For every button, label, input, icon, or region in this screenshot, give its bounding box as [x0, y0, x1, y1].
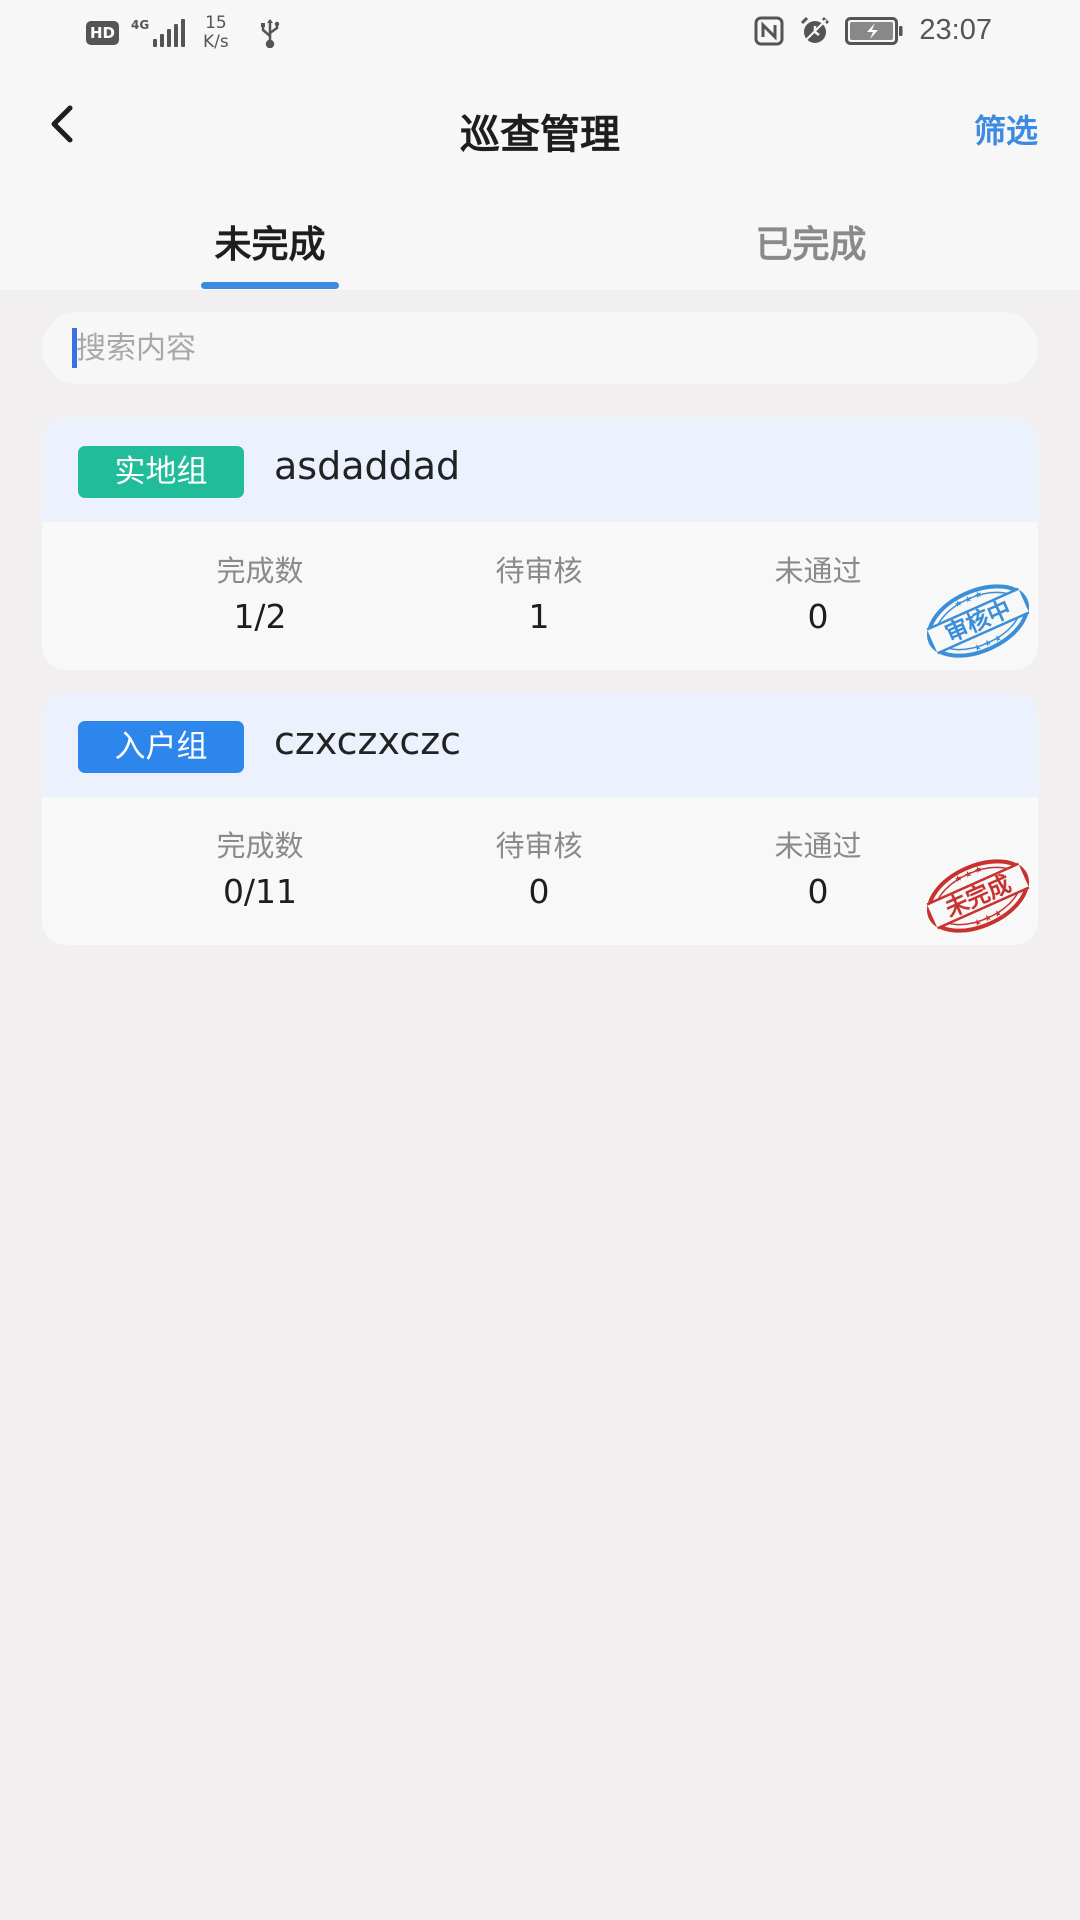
stat-value: 1/2 [233, 597, 287, 636]
hd-badge: HD [86, 21, 120, 45]
page-title: 巡查管理 [460, 112, 620, 158]
status-stamp-icon: 审核中 ★ ★ ★ ★ ★ ★ [926, 584, 1030, 658]
patrol-card[interactable]: 实地组 asdaddad 完成数 1/2 待审核 1 未通过 0 审核中 ★ ★… [42, 418, 1038, 670]
speed-unit: K/s [203, 32, 229, 52]
tab-incomplete[interactable]: 未完成 [170, 214, 370, 268]
stat-value: 0 [528, 872, 550, 911]
card-title: asdaddad [274, 444, 461, 488]
status-bar: HD 4G 15 K/s 23:07 [0, 0, 1080, 66]
stat-value: 0 [807, 872, 829, 911]
nfc-icon [754, 16, 784, 45]
stat-label: 未通过 [774, 829, 862, 863]
network-type: 4G [131, 18, 150, 32]
status-right: 23:07 [753, 14, 992, 47]
usb-icon [260, 19, 279, 48]
network-speed: 15 K/s [203, 14, 229, 52]
stat-rejected: 未通过 0 [718, 827, 918, 917]
card-header: 实地组 asdaddad [42, 418, 1038, 522]
nav-bar: 巡查管理 筛选 [0, 80, 1080, 170]
card-header: 入户组 czxczxczc [42, 693, 1038, 797]
speed-value: 15 [205, 13, 227, 33]
stat-label: 未通过 [774, 554, 862, 588]
stat-value: 0/11 [222, 872, 298, 911]
battery-icon [845, 16, 903, 45]
stat-label: 完成数 [216, 554, 304, 588]
stat-pending-review: 待审核 0 [439, 827, 639, 917]
card-title: czxczxczc [274, 719, 462, 763]
stat-label: 待审核 [495, 554, 583, 588]
group-tag: 实地组 [78, 446, 244, 498]
alarm-icon [801, 16, 830, 44]
status-left: HD 4G 15 K/s [86, 14, 281, 52]
stat-pending-review: 待审核 1 [439, 552, 639, 642]
stat-value: 1 [528, 597, 550, 636]
status-stamp-icon: 未完成 ★ ★ ★ ★ ★ ★ [926, 859, 1030, 933]
stat-label: 完成数 [216, 829, 304, 863]
stat-rejected: 未通过 0 [718, 552, 918, 642]
signal-icon: 4G [131, 18, 186, 47]
clock: 23:07 [919, 14, 992, 46]
filter-button[interactable]: 筛选 [974, 106, 1038, 152]
stat-label: 待审核 [495, 829, 583, 863]
stat-completed: 完成数 1/2 [160, 552, 360, 642]
tab-completed[interactable]: 已完成 [711, 214, 911, 268]
search-box[interactable] [42, 312, 1038, 384]
tab-active-indicator [201, 282, 339, 289]
group-tag: 入户组 [78, 721, 244, 773]
stat-completed: 完成数 0/11 [160, 827, 360, 917]
patrol-card[interactable]: 入户组 czxczxczc 完成数 0/11 待审核 0 未通过 0 未完成 ★… [42, 693, 1038, 945]
tab-bar: 未完成 已完成 [0, 200, 1080, 290]
search-input[interactable] [76, 312, 976, 384]
stat-value: 0 [807, 597, 829, 636]
